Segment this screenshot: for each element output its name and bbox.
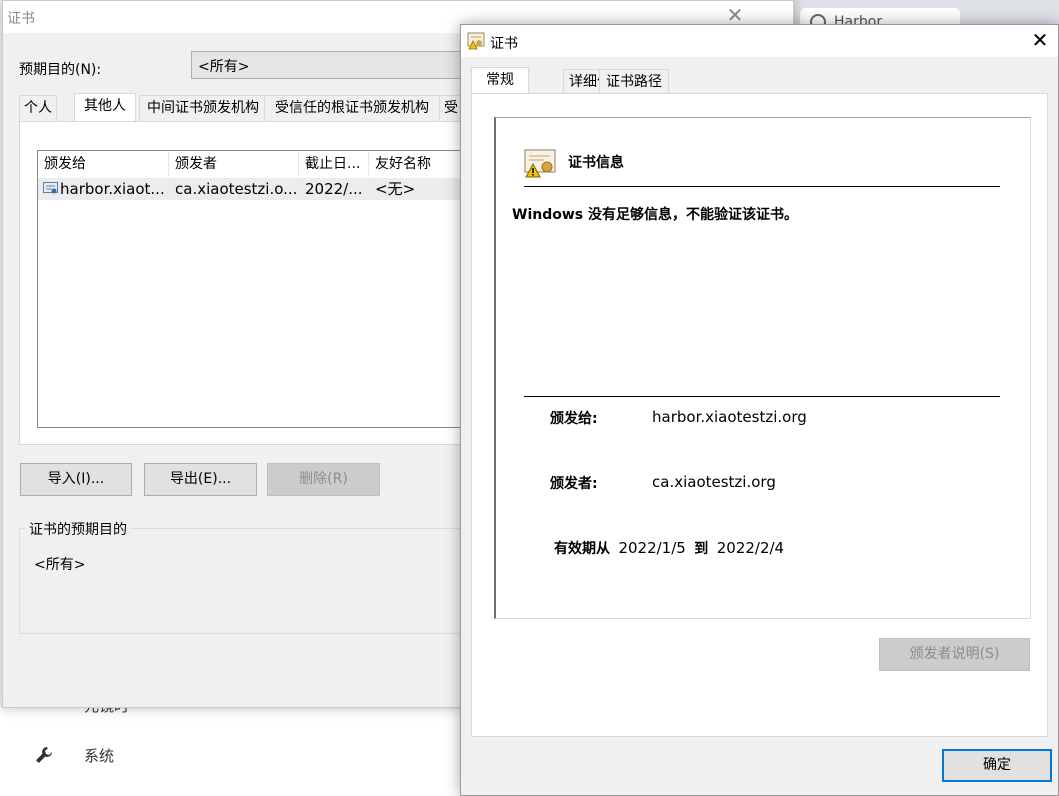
wrench-icon <box>34 745 54 765</box>
certificate-dialog: 证书 ✕ 详细信息 证书路径 常规 证书信息 Windows 没有足够信息，不能… <box>460 24 1059 796</box>
divider-bottom <box>524 396 1000 397</box>
remove-button[interactable]: 删除(R) <box>267 463 380 496</box>
dialog-titlebar: 证书 ✕ <box>461 25 1058 57</box>
issuer-statement-button[interactable]: 颁发者说明(S) <box>879 638 1030 671</box>
certificate-list[interactable]: 颁发给 颁发者 截止日... 友好名称 harbor.xiaot... ca.x… <box>37 150 479 428</box>
cell-issued-by: ca.xiaotestzi.o... <box>175 180 298 198</box>
certificate-info-title: 证书信息 <box>568 155 624 171</box>
certificate-icon <box>524 148 556 178</box>
dialog-body: 详细信息 证书路径 常规 证书信息 Windows 没有足够信息，不能验证该证书… <box>461 57 1058 795</box>
column-issued-to[interactable]: 颁发给 <box>38 151 169 177</box>
valid-to-label: 到 <box>694 541 709 557</box>
column-expiration[interactable]: 截止日... <box>299 151 369 177</box>
background-sidebar: 元镜时 系统 <box>0 697 470 796</box>
tab-personal[interactable]: 个人 <box>19 95 57 121</box>
export-button[interactable]: 导出(E)... <box>144 463 257 496</box>
general-tab-panel: 证书信息 Windows 没有足够信息，不能验证该证书。 颁发给: harbor… <box>471 93 1048 737</box>
import-button[interactable]: 导入(I)... <box>20 463 132 496</box>
menu-item-system[interactable]: 系统 <box>84 745 114 766</box>
tab-general[interactable]: 常规 <box>471 67 529 96</box>
tab-panel: 颁发给 颁发者 截止日... 友好名称 harbor.xiaot... ca.x… <box>19 121 481 445</box>
column-issued-by[interactable]: 颁发者 <box>169 151 299 177</box>
store-tabs: 个人 中间证书颁发机构 受信任的根证书颁发机构 受 其他人 <box>19 93 479 122</box>
close-icon[interactable]: ✕ <box>1029 29 1051 51</box>
list-header: 颁发给 颁发者 截止日... 友好名称 <box>38 151 478 177</box>
valid-to-value: 2022/2/4 <box>716 539 785 557</box>
validation-warning: Windows 没有足够信息，不能验证该证书。 <box>512 207 798 223</box>
purposes-group-title: 证书的预期目的 <box>26 519 130 539</box>
purposes-groupbox: 证书的预期目的 <所有> <box>19 519 481 634</box>
issued-by-label: 颁发者: <box>550 476 598 492</box>
ok-button[interactable]: 确定 <box>942 749 1052 782</box>
purposes-value: <所有> <box>34 557 86 573</box>
validity-line: 有效期从 2022/1/5 到 2022/2/4 <box>554 538 784 558</box>
dialog-title: 证书 <box>490 36 518 52</box>
tab-other-people[interactable]: 其他人 <box>74 93 136 122</box>
issued-by-value: ca.xiaotestzi.org <box>652 473 776 491</box>
table-row[interactable]: harbor.xiaot... ca.xiaotestzi.o... 2022/… <box>38 178 478 200</box>
purpose-value: <所有> <box>198 59 250 75</box>
close-icon[interactable]: ✕ <box>725 5 745 25</box>
cell-expiration: 2022/... <box>305 180 363 198</box>
tab-intermediate-ca[interactable]: 中间证书颁发机构 <box>139 95 267 121</box>
certificate-icon <box>43 182 58 195</box>
purpose-label: 预期目的(N): <box>19 62 102 78</box>
valid-from-label: 有效期从 <box>554 541 610 557</box>
issued-to-label: 颁发给: <box>550 411 598 427</box>
tab-certification-path[interactable]: 证书路径 <box>599 69 669 95</box>
tab-trusted-root-ca[interactable]: 受信任的根证书颁发机构 <box>264 95 440 121</box>
divider-top <box>524 186 1000 187</box>
certificate-warning-icon <box>467 32 485 50</box>
issued-to-value: harbor.xiaotestzi.org <box>652 408 807 426</box>
valid-from-value: 2022/1/5 <box>618 539 686 557</box>
window-title: 证书 <box>7 11 35 27</box>
certificate-info-panel: 证书信息 Windows 没有足够信息，不能验证该证书。 颁发给: harbor… <box>494 117 1031 619</box>
